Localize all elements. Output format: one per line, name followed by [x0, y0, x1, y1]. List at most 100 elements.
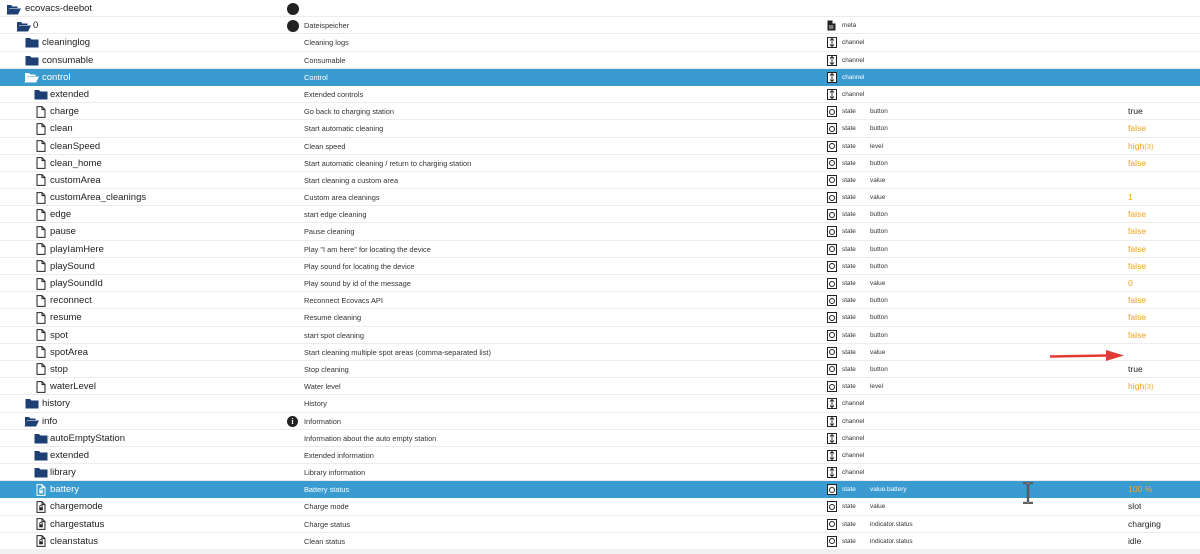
object-value[interactable]: 100 %: [1128, 481, 1152, 498]
folder-icon[interactable]: [33, 447, 49, 464]
object-value[interactable]: false: [1128, 120, 1146, 137]
object-name: Go back to charging station: [304, 107, 394, 117]
tree-row-control[interactable]: control Control channel: [0, 68, 1200, 86]
object-name: Play "I am here" for locating the device: [304, 244, 431, 254]
tree-row-clean-home[interactable]: clean_home Start automatic cleaning / ret…: [0, 155, 1200, 172]
tree-row-extended[interactable]: extended Extended controls channel: [0, 86, 1200, 104]
object-value[interactable]: false: [1128, 327, 1146, 344]
folder-icon[interactable]: [33, 86, 49, 103]
value-text: idle: [1128, 535, 1142, 546]
tree-row-edge[interactable]: edge start edge cleaning state button false: [0, 206, 1200, 224]
tree-row-playsoundid[interactable]: playSoundId Play sound by id of the messa…: [0, 275, 1200, 293]
object-name: Custom area cleanings: [304, 193, 380, 203]
channel-type-icon: [827, 34, 839, 51]
tree-row-spot[interactable]: spot start spot cleaning state button false: [0, 327, 1200, 344]
object-name: Water level: [304, 382, 341, 392]
object-id: playSoundId: [50, 278, 103, 289]
object-role: button: [870, 314, 888, 322]
file-icon: [33, 275, 49, 292]
object-value[interactable]: false: [1128, 258, 1146, 275]
tree-row-battery[interactable]: battery Battery status state value.battery 1…: [0, 481, 1200, 499]
object-name: Clean status: [304, 536, 346, 546]
tree-row-cleaninglog[interactable]: cleaninglog Cleaning logs channel: [0, 34, 1200, 52]
tree-row-library[interactable]: library Library information channel: [0, 464, 1200, 482]
object-value[interactable]: false: [1128, 309, 1146, 326]
object-name: History: [304, 399, 327, 409]
tree-row-pause[interactable]: pause Pause cleaning state button false: [0, 223, 1200, 241]
tree-row-clean[interactable]: clean Start automatic cleaning state button…: [0, 120, 1200, 138]
object-id: chargemode: [50, 501, 103, 513]
file-lock-icon: [33, 516, 49, 533]
state-type-icon: [827, 344, 839, 361]
text-cursor-icon: [1023, 482, 1033, 504]
tree-row-ecovacs-deebot[interactable]: ecovacs-deebot: [0, 0, 1200, 18]
object-value[interactable]: 0: [1128, 275, 1133, 292]
tree-row-stop[interactable]: stop Stop cleaning state button true: [0, 361, 1200, 379]
folder-open-icon[interactable]: [24, 69, 40, 86]
tree-row-customarea-cleanings[interactable]: customArea_cleanings Custom area cleaning…: [0, 189, 1200, 207]
channel-type-icon: [827, 430, 839, 447]
object-name: Start cleaning multiple spot areas (comm…: [304, 347, 491, 357]
object-name: start spot cleaning: [304, 330, 364, 340]
tree-row-extended[interactable]: extended Extended information channel: [0, 447, 1200, 465]
tree-row-spotarea[interactable]: spotArea Start cleaning multiple spot are…: [0, 344, 1200, 361]
tree-row-history[interactable]: history History channel: [0, 395, 1200, 413]
tree-row-cleanstatus[interactable]: cleanstatus Clean status state indicator.st…: [0, 533, 1200, 550]
tree-row-playsound[interactable]: playSound Play sound for locating the dev…: [0, 258, 1200, 275]
tree-row-resume[interactable]: resume Resume cleaning state button false: [0, 309, 1200, 327]
object-value[interactable]: 1: [1128, 189, 1133, 206]
tree-row-autoemptystation[interactable]: autoEmptyStation Information about the au…: [0, 430, 1200, 447]
state-type-icon: [827, 172, 839, 189]
object-type: state: [842, 365, 856, 373]
folder-icon[interactable]: [33, 464, 49, 481]
tree-row-chargestatus[interactable]: chargestatus Charge status state indicator.…: [0, 516, 1200, 533]
object-id: customArea_cleanings: [50, 192, 147, 204]
value-text: false: [1128, 295, 1147, 306]
object-value[interactable]: false: [1128, 241, 1146, 258]
object-role: button: [870, 228, 888, 236]
file-icon: [33, 241, 49, 258]
object-type: state: [842, 142, 856, 150]
folder-icon[interactable]: [24, 52, 40, 69]
channel-type-icon: [827, 52, 839, 69]
state-type-icon: [827, 516, 839, 533]
tree-row-chargemode[interactable]: chargemode Charge mode state value slot: [0, 498, 1200, 516]
tree-row-customarea[interactable]: customArea Start cleaning a custom area st…: [0, 172, 1200, 190]
object-value[interactable]: true: [1128, 103, 1143, 120]
folder-icon[interactable]: [33, 430, 49, 447]
object-value[interactable]: false: [1128, 223, 1146, 240]
folder-open-icon[interactable]: [6, 0, 22, 17]
object-value[interactable]: idle: [1128, 533, 1141, 550]
value-raw: (3): [1144, 382, 1154, 392]
object-value[interactable]: high(3): [1128, 138, 1154, 155]
tree-row-playiamhere[interactable]: playIamHere Play "I am here" for locating…: [0, 241, 1200, 258]
object-id: playIamHere: [50, 243, 104, 255]
object-value[interactable]: false: [1128, 155, 1146, 172]
object-value[interactable]: charging: [1128, 516, 1161, 533]
folder-open-icon[interactable]: [16, 17, 32, 34]
object-id: info: [42, 415, 58, 427]
object-value[interactable]: slot: [1128, 498, 1141, 515]
tree-row-reconnect[interactable]: reconnect Reconnect Ecovacs API state butto…: [0, 292, 1200, 310]
tree-row-cleanspeed[interactable]: cleanSpeed Clean speed state level high(3): [0, 138, 1200, 155]
object-value[interactable]: false: [1128, 206, 1146, 223]
tree-row-consumable[interactable]: consumable Consumable channel: [0, 52, 1200, 69]
tree-row-waterlevel[interactable]: waterLevel Water level state level high(3): [0, 378, 1200, 396]
folder-icon[interactable]: [24, 395, 40, 412]
object-value[interactable]: false: [1128, 292, 1146, 309]
tree-row-info[interactable]: info i Information channel: [0, 413, 1200, 430]
folder-icon[interactable]: [24, 34, 40, 51]
object-id: spot: [50, 329, 68, 341]
value-text: false: [1128, 329, 1147, 340]
object-id: cleaninglog: [42, 37, 91, 49]
object-value[interactable]: high(3): [1128, 378, 1154, 395]
object-name: Extended controls: [304, 89, 364, 99]
tree-row-0[interactable]: 0 Dateispeicher meta: [0, 17, 1200, 35]
horizontal-scrollbar[interactable]: [0, 549, 1200, 554]
file-icon: [33, 309, 49, 326]
object-value[interactable]: true: [1128, 361, 1143, 378]
tree-row-charge[interactable]: charge Go back to charging station state bu…: [0, 103, 1200, 121]
value-text: high: [1128, 140, 1145, 151]
object-name: Resume cleaning: [304, 313, 362, 323]
folder-open-icon[interactable]: [24, 413, 40, 430]
